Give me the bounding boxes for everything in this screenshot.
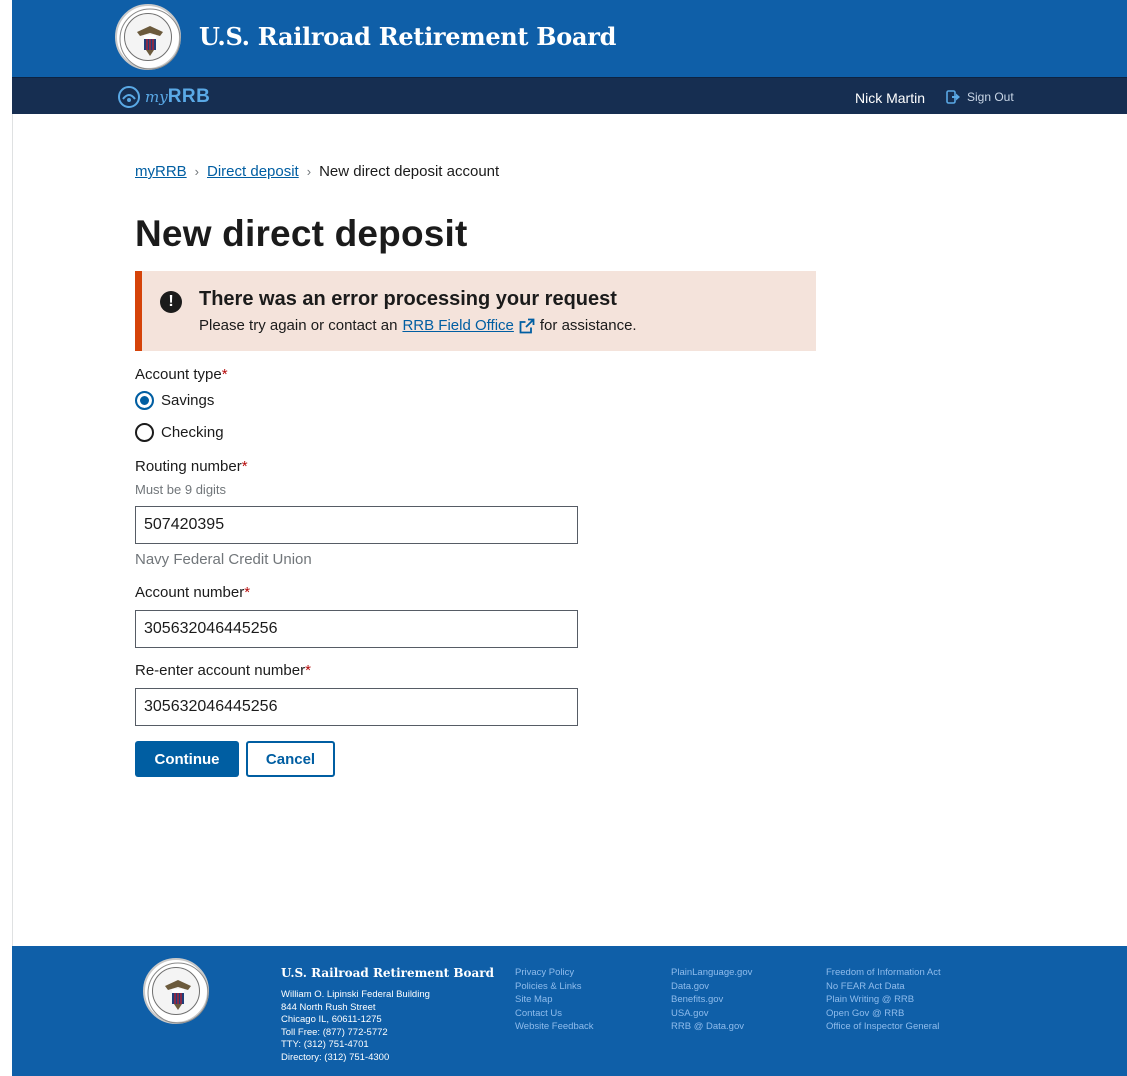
footer-org-name: U.S. Railroad Retirement Board [281,966,495,980]
footer-link-contact-us[interactable]: Contact Us [515,1007,594,1021]
bank-name: Navy Federal Credit Union [135,551,312,568]
sign-out-icon [946,90,960,104]
radio-savings-input[interactable] [135,391,154,410]
reenter-account-label: Re-enter account number* [135,662,311,679]
footer-link-open-gov[interactable]: Open Gov @ RRB [826,1007,941,1021]
myrrb-logo-icon [118,86,140,108]
breadcrumb: myRRB › Direct deposit › New direct depo… [135,163,499,180]
account-type-label-text: Account type [135,366,222,383]
footer-link-inspector-general[interactable]: Office of Inspector General [826,1020,941,1034]
radio-checking[interactable]: Checking [135,423,224,442]
footer-link-plain-writing[interactable]: Plain Writing @ RRB [826,993,941,1007]
site-header: U.S. Railroad Retirement Board [12,0,1127,77]
continue-button[interactable]: Continue [135,741,239,777]
footer-directory: Directory: (312) 751-4300 [281,1051,390,1063]
radio-savings[interactable]: Savings [135,391,214,410]
footer-link-privacy-policy[interactable]: Privacy Policy [515,966,594,980]
account-number-input[interactable] [135,610,578,648]
page-title: New direct deposit [135,213,468,254]
required-mark: * [305,662,311,679]
routing-number-label-text: Routing number [135,458,242,475]
footer-links-col-1: Privacy Policy Policies & Links Site Map… [515,966,594,1034]
user-name: Nick Martin [855,90,926,106]
myrrb-nav-bar: my RRB Nick Martin Sign Out [12,77,1127,114]
error-alert: ! There was an error processing your req… [135,271,816,351]
cancel-button[interactable]: Cancel [246,741,335,777]
breadcrumb-myrrb-link[interactable]: myRRB [135,163,187,180]
site-title[interactable]: U.S. Railroad Retirement Board [199,22,616,51]
routing-number-input[interactable] [135,506,578,544]
alert-body: Please try again or contact an RRB Field… [199,317,637,334]
required-mark: * [244,584,251,601]
footer-link-plainlanguage[interactable]: PlainLanguage.gov [671,966,752,980]
alert-text-after: for assistance. [539,317,637,334]
radio-savings-label[interactable]: Savings [161,392,214,409]
required-mark: * [241,458,248,475]
account-number-label: Account number* [135,584,250,601]
footer-link-site-map[interactable]: Site Map [515,993,594,1007]
radio-checking-input[interactable] [135,423,154,442]
footer-address-line: Chicago IL, 60611-1275 [281,1014,382,1025]
routing-number-hint: Must be 9 digits [135,482,227,497]
alert-text-before: Please try again or contact an [199,317,398,334]
account-number-label-text: Account number [135,584,245,601]
footer-links-col-2: PlainLanguage.gov Data.gov Benefits.gov … [671,966,752,1034]
field-office-link[interactable]: RRB Field Office [402,317,513,334]
logo-my-text: my [145,88,168,106]
footer-link-foia[interactable]: Freedom of Information Act [826,966,941,980]
reenter-account-input[interactable] [135,688,578,726]
footer-link-no-fear[interactable]: No FEAR Act Data [826,980,941,994]
footer-link-policies[interactable]: Policies & Links [515,980,594,994]
footer-address-line: 844 North Rush Street [281,1001,376,1013]
footer-address-line: William O. Lipinski Federal Building [281,989,430,1000]
chevron-right-icon: › [306,164,312,179]
footer-link-usa-gov[interactable]: USA.gov [671,1007,752,1021]
required-mark: * [221,366,228,383]
reenter-account-label-text: Re-enter account number [135,662,306,679]
footer-link-rrb-data-gov[interactable]: RRB @ Data.gov [671,1020,752,1034]
site-footer: U.S. Railroad Retirement Board William O… [12,946,1127,1076]
chevron-right-icon: › [194,164,200,179]
footer-link-feedback[interactable]: Website Feedback [515,1020,594,1034]
error-icon: ! [160,291,182,313]
sign-out-link[interactable]: Sign Out [946,89,1014,105]
footer-link-data-gov[interactable]: Data.gov [671,980,752,994]
radio-checking-label[interactable]: Checking [161,424,224,441]
myrrb-logo[interactable]: my RRB [117,84,210,110]
rrb-seal-icon[interactable] [115,4,181,70]
external-link-icon[interactable] [519,318,535,334]
logo-rrb-text: RRB [167,86,211,107]
footer-address: William O. Lipinski Federal Building 844… [281,989,430,1064]
sign-out-label: Sign Out [967,90,1014,104]
breadcrumb-current: New direct deposit account [319,163,500,180]
breadcrumb-direct-deposit-link[interactable]: Direct deposit [207,163,299,180]
footer-tty: TTY: (312) 751-4701 [281,1039,369,1050]
footer-links-col-3: Freedom of Information Act No FEAR Act D… [826,966,941,1034]
account-type-label: Account type* [135,366,228,383]
footer-link-benefits-gov[interactable]: Benefits.gov [671,993,752,1007]
footer-toll-free: Toll Free: (877) 772-5772 [281,1026,388,1038]
rrb-seal-icon [143,958,209,1024]
routing-number-label: Routing number* [135,458,248,475]
alert-heading: There was an error processing your reque… [199,288,617,310]
